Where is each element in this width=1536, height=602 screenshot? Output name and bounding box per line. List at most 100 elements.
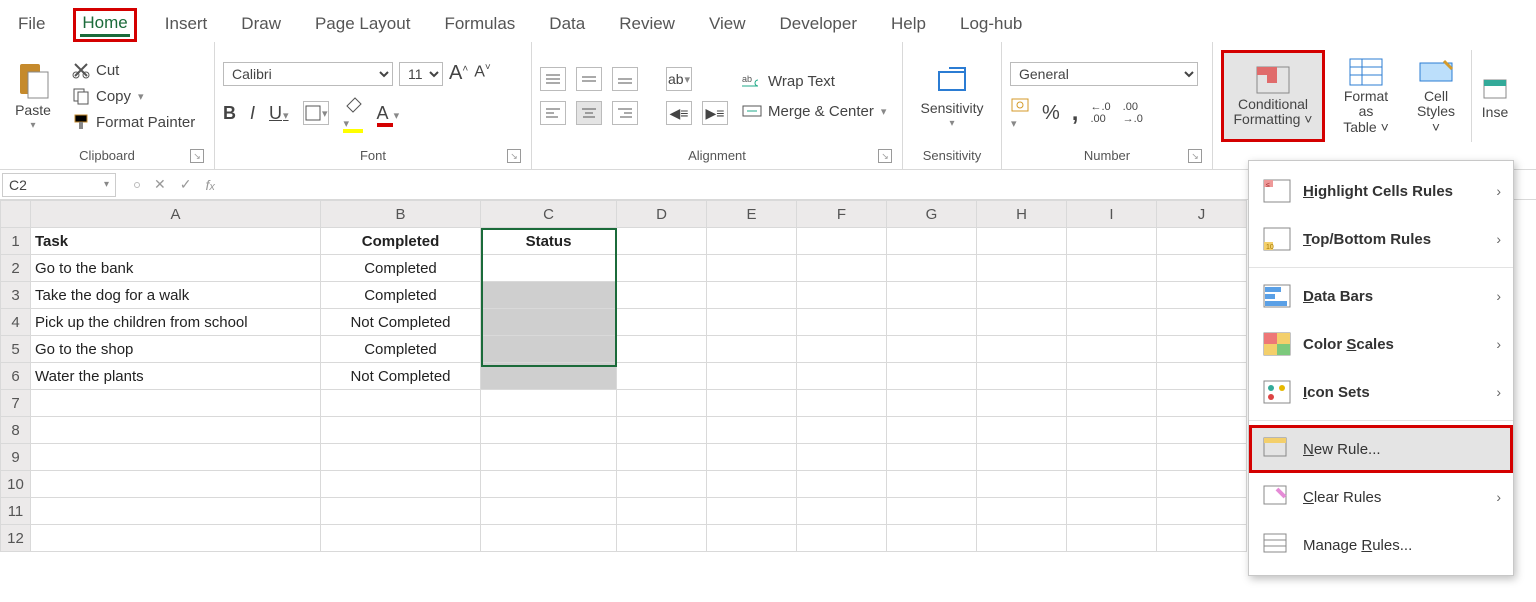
select-all-corner[interactable] [1, 201, 31, 228]
percent-button[interactable]: % [1042, 102, 1060, 125]
decrease-decimal-button[interactable]: .00→.0 [1123, 101, 1143, 125]
row-header-1[interactable]: 1 [1, 228, 31, 255]
cell-B6[interactable]: Not Completed [321, 363, 481, 390]
cell-A5[interactable]: Go to the shop [31, 336, 321, 363]
cell-C3[interactable] [481, 282, 617, 309]
tab-insert[interactable]: Insert [159, 10, 214, 42]
tab-file[interactable]: File [12, 10, 51, 42]
cell-A3[interactable]: Take the dog for a walk [31, 282, 321, 309]
italic-button[interactable]: I [250, 103, 255, 124]
col-header-J[interactable]: J [1157, 201, 1247, 228]
row-header-5[interactable]: 5 [1, 336, 31, 363]
cf-new-rule[interactable]: New Rule... [1249, 425, 1513, 473]
number-format-select[interactable]: General [1010, 62, 1198, 86]
format-painter-button[interactable]: Format Painter [68, 111, 199, 133]
fill-color-button[interactable]: ▾ [343, 96, 363, 130]
row-header-9[interactable]: 9 [1, 444, 31, 471]
cell-C5[interactable] [481, 336, 617, 363]
row-header-11[interactable]: 11 [1, 498, 31, 525]
tab-loghub[interactable]: Log-hub [954, 10, 1028, 42]
decrease-indent-icon[interactable]: ◀≡ [666, 101, 692, 125]
row-header-10[interactable]: 10 [1, 471, 31, 498]
tab-draw[interactable]: Draw [235, 10, 287, 42]
col-header-B[interactable]: B [321, 201, 481, 228]
col-header-H[interactable]: H [977, 201, 1067, 228]
name-box[interactable]: C2 ▾ [2, 173, 116, 197]
tab-formulas[interactable]: Formulas [438, 10, 521, 42]
chevron-down-icon[interactable]: ▾ [98, 179, 109, 190]
col-header-C[interactable]: C [481, 201, 617, 228]
conditional-formatting-button[interactable]: ConditionalFormatting ˅ [1221, 50, 1325, 142]
number-launcher[interactable]: ↘ [1188, 149, 1202, 163]
cell-A2[interactable]: Go to the bank [31, 255, 321, 282]
row-header-4[interactable]: 4 [1, 309, 31, 336]
cell-styles-button[interactable]: CellStyles ˅ [1407, 50, 1465, 142]
format-as-table-button[interactable]: Format asTable ˅ [1331, 50, 1401, 142]
align-center-icon[interactable] [576, 101, 602, 125]
cf-color-scales[interactable]: Color Scales › [1249, 320, 1513, 368]
row-header-8[interactable]: 8 [1, 417, 31, 444]
tab-page-layout[interactable]: Page Layout [309, 10, 416, 42]
accounting-format-button[interactable]: ▾ [1010, 96, 1030, 130]
align-middle-icon[interactable] [576, 67, 602, 91]
align-right-icon[interactable] [612, 101, 638, 125]
cell-B3[interactable]: Completed [321, 282, 481, 309]
font-size-select[interactable]: 11 [399, 62, 443, 86]
cell-C1[interactable]: Status [481, 228, 617, 255]
cell-C6[interactable] [481, 363, 617, 390]
cell-D1[interactable] [617, 228, 707, 255]
orientation-button[interactable]: ab▾ [666, 67, 692, 91]
row-header-6[interactable]: 6 [1, 363, 31, 390]
comma-button[interactable]: , [1072, 99, 1079, 127]
col-header-A[interactable]: A [31, 201, 321, 228]
cut-button[interactable]: Cut [68, 59, 199, 81]
col-header-D[interactable]: D [617, 201, 707, 228]
tab-home[interactable]: Home [73, 8, 136, 42]
align-bottom-icon[interactable] [612, 67, 638, 91]
merge-center-button[interactable]: Merge & Center ▾ [738, 100, 890, 122]
tab-data[interactable]: Data [543, 10, 591, 42]
increase-indent-icon[interactable]: ▶≡ [702, 101, 728, 125]
tab-review[interactable]: Review [613, 10, 681, 42]
tab-help[interactable]: Help [885, 10, 932, 42]
row-header-7[interactable]: 7 [1, 390, 31, 417]
cancel-formula-icon[interactable]: ✕ [154, 176, 166, 193]
sensitivity-button[interactable]: Sensitivity ▾ [916, 50, 987, 142]
fx-icon[interactable]: fx [205, 177, 214, 193]
alignment-launcher[interactable]: ↘ [878, 149, 892, 163]
cell-B5[interactable]: Completed [321, 336, 481, 363]
wrap-text-button[interactable]: ab Wrap Text [738, 70, 890, 92]
cell-B4[interactable]: Not Completed [321, 309, 481, 336]
cell-A1[interactable]: Task [31, 228, 321, 255]
row-header-12[interactable]: 12 [1, 525, 31, 552]
row-header-2[interactable]: 2 [1, 255, 31, 282]
paste-button[interactable]: Paste ▾ [8, 50, 58, 142]
font-name-select[interactable]: Calibri [223, 62, 393, 86]
grow-font-icon[interactable]: A˄ [449, 62, 468, 86]
cf-manage-rules[interactable]: Manage Rules... [1249, 521, 1513, 569]
align-left-icon[interactable] [540, 101, 566, 125]
cf-highlight-cells-rules[interactable]: ≤ Highlight Cells Rules › [1249, 167, 1513, 215]
clipboard-launcher[interactable]: ↘ [190, 149, 204, 163]
cell-A6[interactable]: Water the plants [31, 363, 321, 390]
tab-developer[interactable]: Developer [774, 10, 864, 42]
shrink-font-icon[interactable]: A˅ [474, 62, 491, 86]
cf-clear-rules[interactable]: Clear Rules › [1249, 473, 1513, 521]
increase-decimal-button[interactable]: ←.0.00 [1090, 101, 1110, 125]
insert-cells-button[interactable]: Inse [1478, 50, 1512, 142]
align-top-icon[interactable] [540, 67, 566, 91]
tab-view[interactable]: View [703, 10, 752, 42]
accept-formula-icon[interactable]: ✓ [180, 176, 192, 193]
col-header-F[interactable]: F [797, 201, 887, 228]
col-header-E[interactable]: E [707, 201, 797, 228]
col-header-G[interactable]: G [887, 201, 977, 228]
cell-B1[interactable]: Completed [321, 228, 481, 255]
cf-icon-sets[interactable]: Icon Sets › [1249, 368, 1513, 416]
cell-C4[interactable] [481, 309, 617, 336]
font-color-button[interactable]: A ▾ [377, 103, 400, 124]
cell-A4[interactable]: Pick up the children from school [31, 309, 321, 336]
bold-button[interactable]: B [223, 103, 236, 124]
cell-C2[interactable] [481, 255, 617, 282]
font-launcher[interactable]: ↘ [507, 149, 521, 163]
border-button[interactable]: ▾ [303, 101, 329, 125]
